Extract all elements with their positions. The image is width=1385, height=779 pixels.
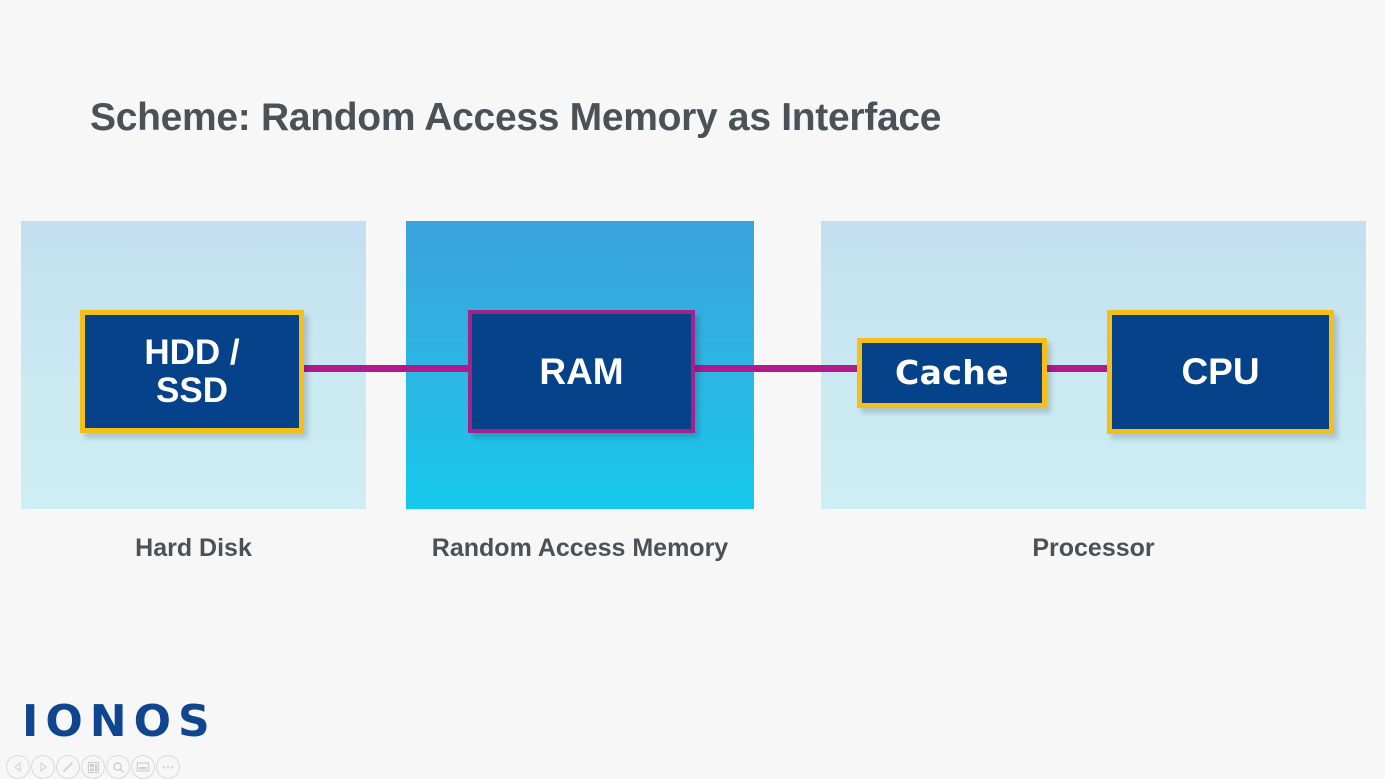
pen-icon: [61, 760, 75, 774]
connector-cache-to-cpu: [1042, 365, 1114, 372]
more-icon: [161, 764, 175, 770]
slide-canvas: Scheme: Random Access Memory as Interfac…: [0, 0, 1385, 779]
node-ram: RAM: [468, 310, 695, 433]
more-button[interactable]: [156, 755, 180, 779]
layout-icon: [87, 761, 100, 774]
layout-button[interactable]: [81, 755, 105, 779]
draw-button[interactable]: [56, 755, 80, 779]
caption-processor: Processor: [1032, 534, 1155, 562]
caption-random-access-memory: Random Access Memory: [431, 534, 729, 562]
presentation-icon: [136, 760, 150, 774]
node-hdd-ssd-label-line2: SSD: [156, 370, 228, 410]
ionos-logo: IONOS: [22, 696, 217, 747]
node-cpu: CPU: [1107, 310, 1334, 434]
node-hdd-ssd-label-line1: HDD /: [144, 332, 240, 372]
node-cpu-label: CPU: [1181, 351, 1260, 393]
search-button[interactable]: [106, 755, 130, 779]
connector-ram-to-cache: [690, 365, 865, 372]
caption-hard-disk: Hard Disk: [135, 534, 252, 562]
next-icon: [37, 761, 49, 773]
previous-icon: [12, 761, 24, 773]
node-hdd-ssd-label: HDD / SSD: [144, 332, 240, 410]
viewer-toolbar: [6, 755, 180, 779]
node-hdd-ssd: HDD / SSD: [80, 310, 304, 433]
memory-hierarchy-diagram: HDD / SSD RAM Cache CPU Hard Disk Random …: [0, 0, 1385, 779]
next-button[interactable]: [31, 755, 55, 779]
node-cache: Cache: [857, 338, 1047, 408]
node-cache-label: Cache: [895, 353, 1009, 393]
node-ram-label: RAM: [539, 350, 624, 392]
previous-button[interactable]: [6, 755, 30, 779]
presentation-button[interactable]: [131, 755, 155, 779]
connector-hdd-to-ram: [297, 365, 475, 372]
search-icon: [112, 761, 125, 774]
